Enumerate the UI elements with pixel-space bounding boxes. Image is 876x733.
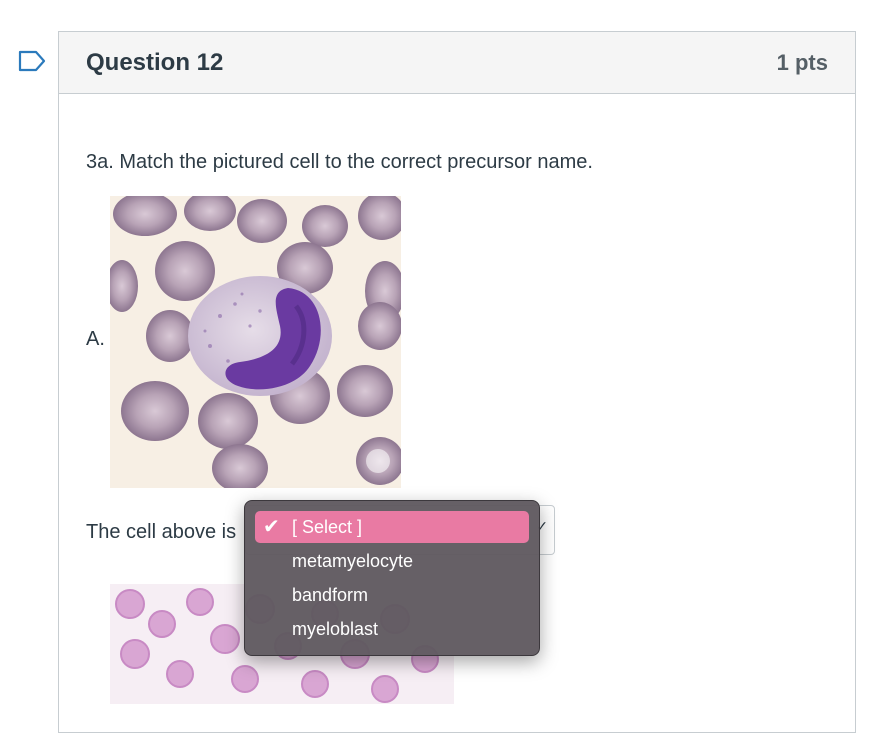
question-prompt: 3a. Match the pictured cell to the corre… (86, 151, 593, 173)
option-label: myeloblast (292, 619, 379, 639)
dropdown-option-select[interactable]: ✔ [ Select ] (255, 511, 529, 543)
option-label: metamyelocyte (292, 551, 414, 571)
option-label: bandform (292, 585, 369, 605)
question-points: 1 pts (776, 49, 828, 75)
question-title: Question 12 (86, 48, 224, 76)
dropdown-option-metamyelocyte[interactable]: metamyelocyte (255, 545, 529, 577)
dropdown-option-myeloblast[interactable]: myeloblast (255, 613, 529, 645)
item-label: A. (86, 328, 105, 350)
option-label: [ Select ] (292, 517, 363, 537)
dropdown-option-bandform[interactable]: bandform (255, 579, 529, 611)
cell-image (110, 196, 401, 488)
bookmark-flag-icon[interactable] (18, 50, 46, 72)
question-header: Question 12 1 pts (59, 32, 855, 94)
answer-sentence: The cell above is (86, 521, 237, 543)
checkmark-icon: ✔ (263, 516, 280, 538)
answer-dropdown-menu: ✔ [ Select ] metamyelocyte bandform myel… (244, 500, 540, 656)
